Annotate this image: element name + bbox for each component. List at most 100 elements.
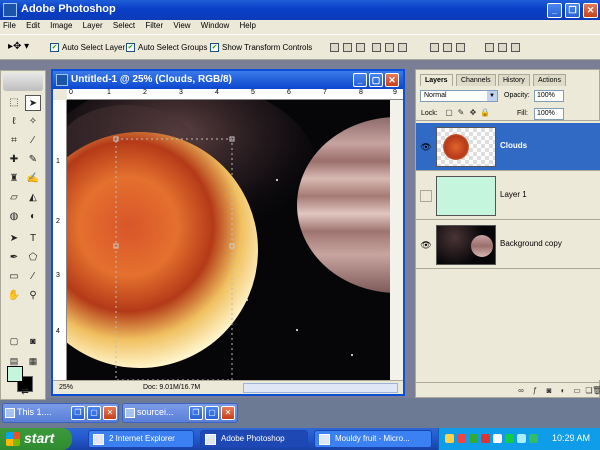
shape-tool-icon[interactable]: ⬠: [25, 250, 41, 266]
eyedropper-tool-icon[interactable]: ⁄: [25, 269, 41, 285]
screen-mode-full-icon[interactable]: ▦: [25, 353, 41, 369]
menu-layer[interactable]: Layer: [80, 20, 106, 30]
mini-restore-button[interactable]: ❐: [71, 406, 85, 420]
align-right-icon[interactable]: [398, 43, 407, 52]
align-bottom-icon[interactable]: [356, 43, 365, 52]
notes-tool-icon[interactable]: ▭: [6, 269, 22, 285]
eraser-tool-icon[interactable]: ▱: [6, 190, 22, 206]
layer-row-background-copy[interactable]: 👁 Background copy: [416, 221, 600, 269]
align-hcenter-icon[interactable]: [385, 43, 394, 52]
hand-tool-icon[interactable]: ✋: [6, 288, 22, 304]
move-tool-icon[interactable]: ➤: [25, 95, 41, 111]
history-brush-tool-icon[interactable]: ✍: [25, 171, 41, 187]
start-button[interactable]: start: [0, 428, 72, 450]
align-vcenter-icon[interactable]: [343, 43, 352, 52]
tray-network-icon[interactable]: [469, 434, 478, 443]
move-tool-preset-icon[interactable]: ▸✥ ▾: [8, 41, 29, 52]
align-left-icon[interactable]: [372, 43, 381, 52]
distribute-right-icon[interactable]: [511, 43, 520, 52]
feather-logo-icon[interactable]: [3, 73, 43, 91]
marquee-tool-icon[interactable]: ⬚: [6, 95, 22, 111]
tray-messenger-icon[interactable]: [505, 434, 514, 443]
menu-select[interactable]: Select: [110, 20, 138, 30]
layer-row-clouds[interactable]: 👁 Clouds: [416, 123, 600, 171]
image-canvas[interactable]: [67, 100, 390, 380]
blend-mode-select[interactable]: Normal ▼: [420, 90, 498, 102]
doc-minimize-button[interactable]: _: [353, 73, 367, 87]
tab-layers[interactable]: Layers: [420, 74, 453, 86]
menu-image[interactable]: Image: [47, 20, 75, 30]
standard-mode-icon[interactable]: ▢: [6, 333, 22, 349]
new-group-icon[interactable]: ▭: [572, 386, 582, 396]
eye-icon[interactable]: 👁: [420, 141, 432, 153]
doc-close-button[interactable]: ✕: [385, 73, 399, 87]
distribute-hcenter-icon[interactable]: [498, 43, 507, 52]
layer-style-icon[interactable]: ƒ: [530, 386, 540, 396]
paint-bucket-tool-icon[interactable]: ◭: [25, 190, 41, 206]
distribute-vcenter-icon[interactable]: [443, 43, 452, 52]
lasso-tool-icon[interactable]: ℓ: [6, 114, 22, 130]
lock-image-icon[interactable]: ✎: [456, 108, 466, 118]
mini-restore-button[interactable]: ❐: [189, 406, 203, 420]
vertical-scrollbar[interactable]: [390, 100, 403, 380]
zoom-tool-icon[interactable]: ⚲: [25, 288, 41, 304]
add-mask-icon[interactable]: ◙: [544, 386, 554, 396]
lock-position-icon[interactable]: ✥: [468, 108, 478, 118]
distribute-left-icon[interactable]: [485, 43, 494, 52]
menu-help[interactable]: Help: [236, 20, 258, 30]
menu-filter[interactable]: Filter: [142, 20, 166, 30]
type-tool-icon[interactable]: T: [25, 231, 41, 247]
blur-tool-icon[interactable]: ◍: [6, 209, 22, 225]
restore-button[interactable]: ❐: [565, 3, 580, 18]
auto-select-layer-checkbox[interactable]: ✔: [50, 43, 59, 52]
distribute-top-icon[interactable]: [430, 43, 439, 52]
show-transform-controls-checkbox[interactable]: ✔: [210, 43, 219, 52]
tab-history[interactable]: History: [498, 74, 530, 86]
tray-mail-icon[interactable]: [445, 434, 454, 443]
menu-file[interactable]: File: [0, 20, 19, 30]
menu-edit[interactable]: Edit: [23, 20, 43, 30]
lock-transparent-icon[interactable]: ▢: [444, 108, 454, 118]
tray-antivirus-icon[interactable]: [481, 434, 490, 443]
tab-channels[interactable]: Channels: [456, 74, 496, 86]
path-selection-tool-icon[interactable]: ➤: [6, 231, 22, 247]
tray-volume-icon[interactable]: [493, 434, 502, 443]
tray-security-icon[interactable]: [457, 434, 466, 443]
lock-all-icon[interactable]: 🔒: [480, 108, 490, 118]
tray-update-icon[interactable]: [529, 434, 538, 443]
task-adobe-photoshop[interactable]: Adobe Photoshop: [200, 430, 308, 448]
mini-close-button[interactable]: ✕: [103, 406, 117, 420]
layer-row-layer1[interactable]: Layer 1: [416, 172, 600, 220]
menu-view[interactable]: View: [170, 20, 193, 30]
task-word-document[interactable]: Mouldy fruit - Micro...: [314, 430, 432, 448]
auto-select-groups-checkbox[interactable]: ✔: [126, 43, 135, 52]
crop-tool-icon[interactable]: ⌗: [6, 133, 22, 149]
link-layers-icon[interactable]: ∞: [516, 386, 526, 396]
eye-icon[interactable]: 👁: [420, 239, 432, 251]
tray-display-icon[interactable]: [517, 434, 526, 443]
magic-wand-tool-icon[interactable]: ✧: [25, 114, 41, 130]
dodge-tool-icon[interactable]: ◐: [25, 209, 41, 225]
task-internet-explorer[interactable]: 2 Internet Explorer: [88, 430, 194, 448]
quick-mask-mode-icon[interactable]: ◙: [25, 333, 41, 349]
horizontal-scrollbar[interactable]: [243, 383, 398, 393]
minimize-button[interactable]: _: [547, 3, 562, 18]
menu-window[interactable]: Window: [198, 20, 232, 30]
zoom-level[interactable]: 25%: [59, 384, 73, 391]
clone-stamp-tool-icon[interactable]: ♜: [6, 171, 22, 187]
distribute-bottom-icon[interactable]: [456, 43, 465, 52]
document-title-bar[interactable]: Untitled-1 @ 25% (Clouds, RGB/8) _ ▢ ✕: [53, 71, 403, 89]
jump-to-imageready-icon[interactable]: ⇄: [15, 383, 35, 399]
pen-tool-icon[interactable]: ✒: [6, 250, 22, 266]
fill-field[interactable]: 100%: [534, 108, 564, 120]
slice-tool-icon[interactable]: ∕: [25, 133, 41, 149]
mini-maximize-button[interactable]: ▢: [87, 406, 101, 420]
align-top-icon[interactable]: [330, 43, 339, 52]
tab-actions[interactable]: Actions: [533, 74, 566, 86]
trash-icon[interactable]: 🗑: [592, 386, 600, 396]
brush-tool-icon[interactable]: ✎: [25, 152, 41, 168]
minimized-window-1[interactable]: This 1.... ❐ ▢ ✕: [2, 403, 119, 423]
healing-brush-tool-icon[interactable]: ✚: [6, 152, 22, 168]
minimized-window-2[interactable]: sourcei... ❐ ▢ ✕: [122, 403, 238, 423]
mini-maximize-button[interactable]: ▢: [205, 406, 219, 420]
